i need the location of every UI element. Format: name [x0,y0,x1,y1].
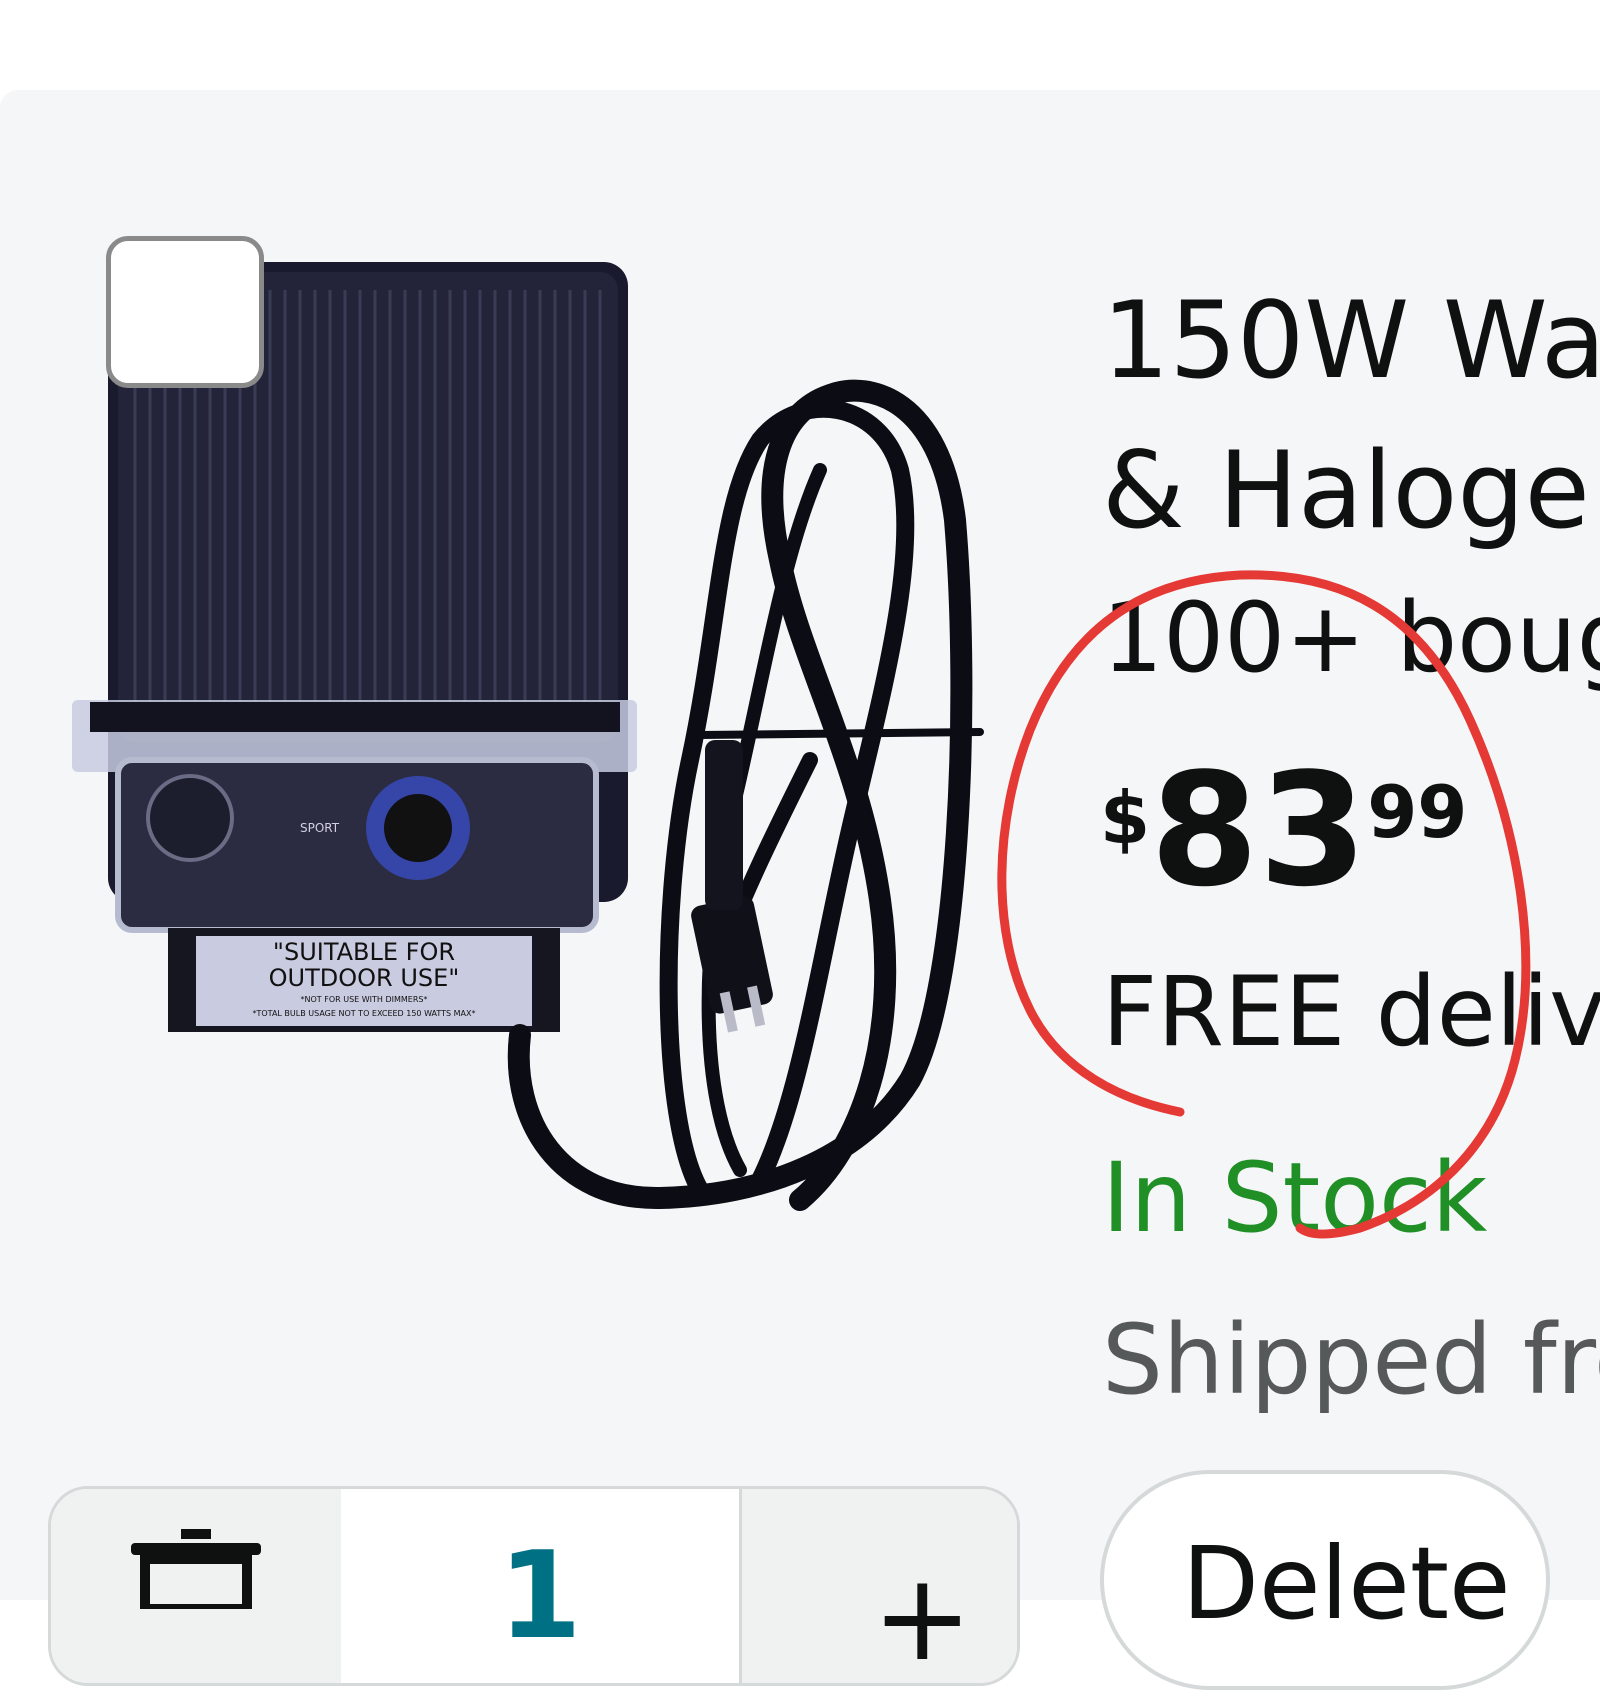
plus-icon: + [872,1549,973,1686]
delete-button[interactable]: Delete [1100,1470,1550,1690]
delete-label: Delete [1182,1525,1511,1642]
product-title-line-1[interactable]: 150W Wa [1102,288,1600,394]
svg-text:OUTDOOR USE": OUTDOOR USE" [269,964,460,992]
quantity-display: 1 [341,1489,739,1683]
decrease-quantity-button[interactable] [51,1489,344,1683]
product-title-line-2[interactable]: & Haloge [1102,438,1590,544]
trash-icon [131,1529,261,1609]
quantity-value: 1 [498,1527,582,1666]
price-whole: 83 [1150,739,1368,921]
select-item-checkbox[interactable] [106,236,264,388]
stock-status: In Stock [1102,1142,1488,1254]
svg-text:*NOT FOR USE WITH DIMMERS*: *NOT FOR USE WITH DIMMERS* [301,995,428,1004]
svg-text:*TOTAL BULB USAGE NOT TO EXCEE: *TOTAL BULB USAGE NOT TO EXCEED 150 WATT… [253,1009,476,1018]
shipped-from: Shipped fro [1102,1304,1600,1416]
delivery-info: FREE delive [1102,956,1600,1068]
quantity-stepper: 1 + [48,1486,1020,1686]
svg-text:SPORT: SPORT [300,821,340,835]
increase-quantity-button[interactable]: + [739,1489,1017,1683]
price-fraction: 99 [1367,770,1468,854]
price-symbol: $ [1100,776,1151,860]
bought-count: 100+ boug [1102,582,1600,694]
image-label-text: "SUITABLE FOR [273,938,455,966]
price: $8399 [1100,752,1467,908]
